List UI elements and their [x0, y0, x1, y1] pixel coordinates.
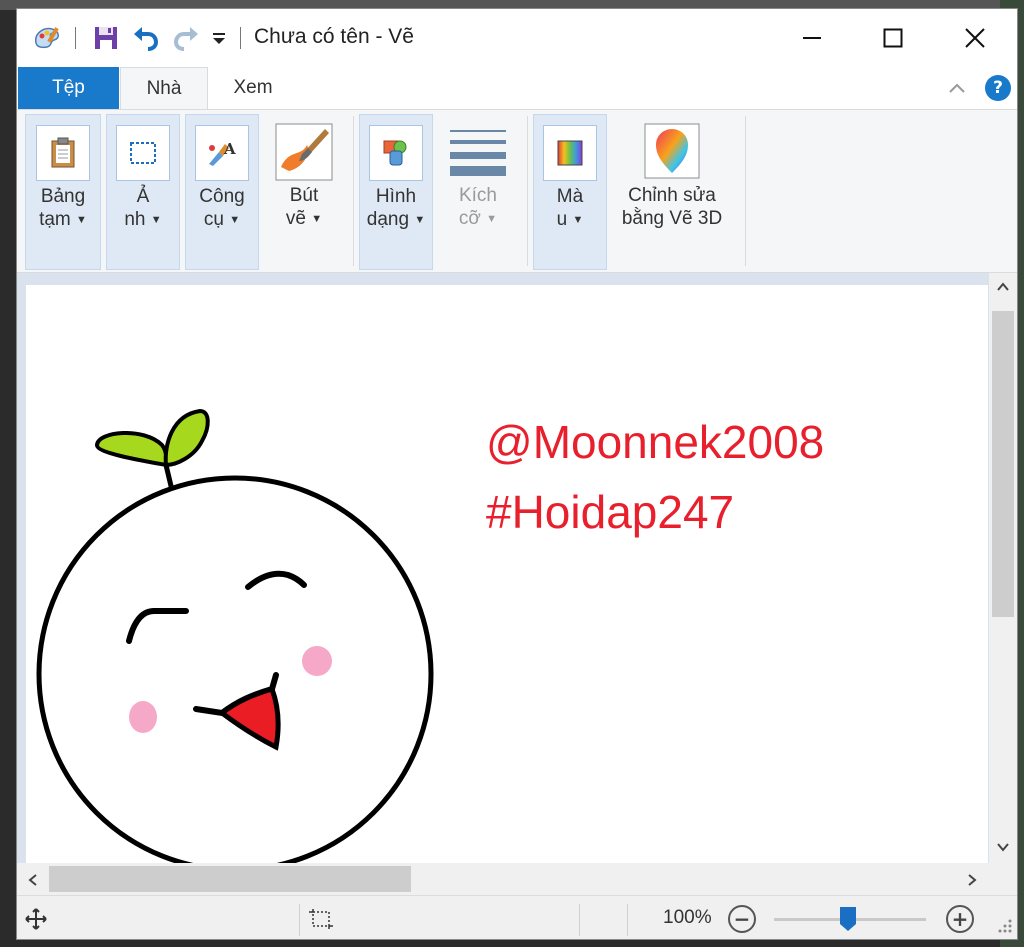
colors-label-2: u [556, 209, 568, 230]
maximize-button[interactable] [853, 9, 933, 67]
horizontal-scrollbar[interactable] [17, 863, 1017, 895]
chevron-down-icon: ▼ [486, 213, 498, 225]
clipboard-label-2: tạm [39, 209, 71, 230]
chevron-down-icon: ▼ [311, 213, 323, 225]
tab-file[interactable]: Tệp [18, 67, 119, 109]
close-button[interactable] [935, 9, 1015, 67]
left-blush [129, 701, 157, 733]
paint3d-label-1: Chỉnh sửa [628, 185, 716, 206]
ribbon-separator [527, 116, 528, 266]
status-separator [579, 904, 580, 936]
title-bar: Chưa có tên - Vẽ [17, 9, 1017, 67]
tab-home[interactable]: Nhà [120, 67, 208, 110]
ribbon-separator [353, 116, 354, 266]
resize-grip-icon[interactable] [995, 916, 1013, 934]
scroll-left-icon[interactable] [26, 872, 40, 891]
collapse-ribbon-icon[interactable] [945, 77, 969, 101]
shapes-icon [369, 125, 423, 181]
tools-icon: A [195, 125, 249, 181]
brush-icon [275, 122, 333, 182]
shapes-label-1: Hình [375, 186, 417, 207]
customize-quick-access-icon[interactable] [207, 23, 231, 53]
canvas-area: @Moonnek2008 #Hoidap247 [17, 273, 1017, 863]
right-leaf [163, 408, 210, 468]
minimize-button[interactable] [772, 9, 852, 67]
select-icon [116, 125, 170, 181]
canvas-text-hashtag: #Hoidap247 [486, 486, 735, 538]
horizontal-scroll-thumb[interactable] [49, 866, 411, 892]
face-circle [36, 475, 434, 863]
chevron-down-icon: ▼ [76, 214, 87, 226]
zoom-out-button[interactable]: − [728, 905, 756, 933]
vertical-scroll-thumb[interactable] [992, 311, 1014, 617]
drawing-canvas[interactable]: @Moonnek2008 #Hoidap247 [26, 285, 988, 863]
tools-label-1: Công [199, 186, 245, 207]
shapes-label-2: dạng [366, 209, 410, 230]
ribbon-tabs: Tệp Nhà Xem ? [17, 67, 1017, 110]
chevron-down-icon: ▼ [150, 214, 162, 226]
paint-window: Chưa có tên - Vẽ Tệp Nhà Xem ? Bảng tạm … [16, 8, 1018, 940]
ribbon-separator [745, 116, 746, 266]
left-leaf [95, 431, 169, 468]
scroll-up-icon[interactable] [996, 279, 1010, 298]
zoom-in-button[interactable]: + [946, 905, 974, 933]
chevron-down-icon: ▼ [572, 214, 584, 226]
redo-icon[interactable] [169, 23, 203, 53]
save-icon[interactable] [89, 23, 123, 53]
zoom-slider-thumb[interactable] [839, 906, 857, 932]
colors-icon [543, 125, 597, 181]
size-label-1: Kích [458, 185, 498, 206]
svg-text:A: A [223, 140, 236, 158]
ribbon: Bảng tạm ▼ Ả nh ▼ A Công cụ ▼ Bút vẽ ▼ H… [17, 109, 1017, 273]
clipboard-icon [36, 125, 90, 181]
clipboard-group[interactable]: Bảng tạm ▼ [25, 114, 101, 270]
colors-label-1: Mà [556, 186, 584, 207]
brushes-group[interactable]: Bút vẽ ▼ [264, 114, 344, 270]
status-separator [627, 904, 628, 936]
window-title: Chưa có tên - Vẽ [254, 25, 414, 48]
status-separator [299, 904, 300, 936]
chevron-down-icon: ▼ [229, 214, 241, 226]
scroll-down-icon[interactable] [996, 839, 1010, 858]
tools-group[interactable]: A Công cụ ▼ [185, 114, 259, 270]
cursor-position-icon [25, 908, 47, 934]
tab-view[interactable]: Xem [215, 67, 291, 109]
clipboard-label-1: Bảng [40, 186, 86, 207]
vertical-scrollbar[interactable] [989, 273, 1017, 863]
chevron-down-icon: ▼ [414, 214, 426, 226]
paint3d-label-2: bằng Vẽ 3D [621, 208, 723, 229]
canvas-text-username: @Moonnek2008 [486, 416, 825, 468]
paint3d-icon [644, 122, 700, 180]
paint-app-icon[interactable] [29, 23, 65, 53]
status-bar: 100% − + [17, 895, 1017, 939]
tools-label-2: cụ [203, 209, 224, 230]
selection-size-icon [308, 908, 334, 934]
size-group[interactable]: Kích cỡ ▼ [438, 114, 518, 270]
zoom-level: 100% [663, 907, 712, 928]
quick-access-separator-2 [240, 27, 241, 49]
colors-group[interactable]: Mà u ▼ [533, 114, 607, 270]
brushes-label-2: vẽ [285, 208, 306, 229]
scroll-right-icon[interactable] [965, 872, 979, 891]
right-blush [302, 646, 332, 676]
image-label-2: nh [124, 209, 146, 230]
undo-icon[interactable] [129, 23, 163, 53]
help-icon[interactable]: ? [985, 75, 1011, 101]
image-group[interactable]: Ả nh ▼ [106, 114, 180, 270]
drawing [36, 408, 434, 863]
quick-access-separator [75, 27, 76, 49]
size-label-2: cỡ [458, 208, 481, 229]
line-size-icon [448, 124, 508, 180]
brushes-label-1: Bút [289, 185, 319, 206]
edit-with-paint3d-button[interactable]: Chỉnh sửa bằng Vẽ 3D [613, 114, 731, 270]
image-label-1: Ả [136, 186, 150, 207]
shapes-group[interactable]: Hình dạng ▼ [359, 114, 433, 270]
